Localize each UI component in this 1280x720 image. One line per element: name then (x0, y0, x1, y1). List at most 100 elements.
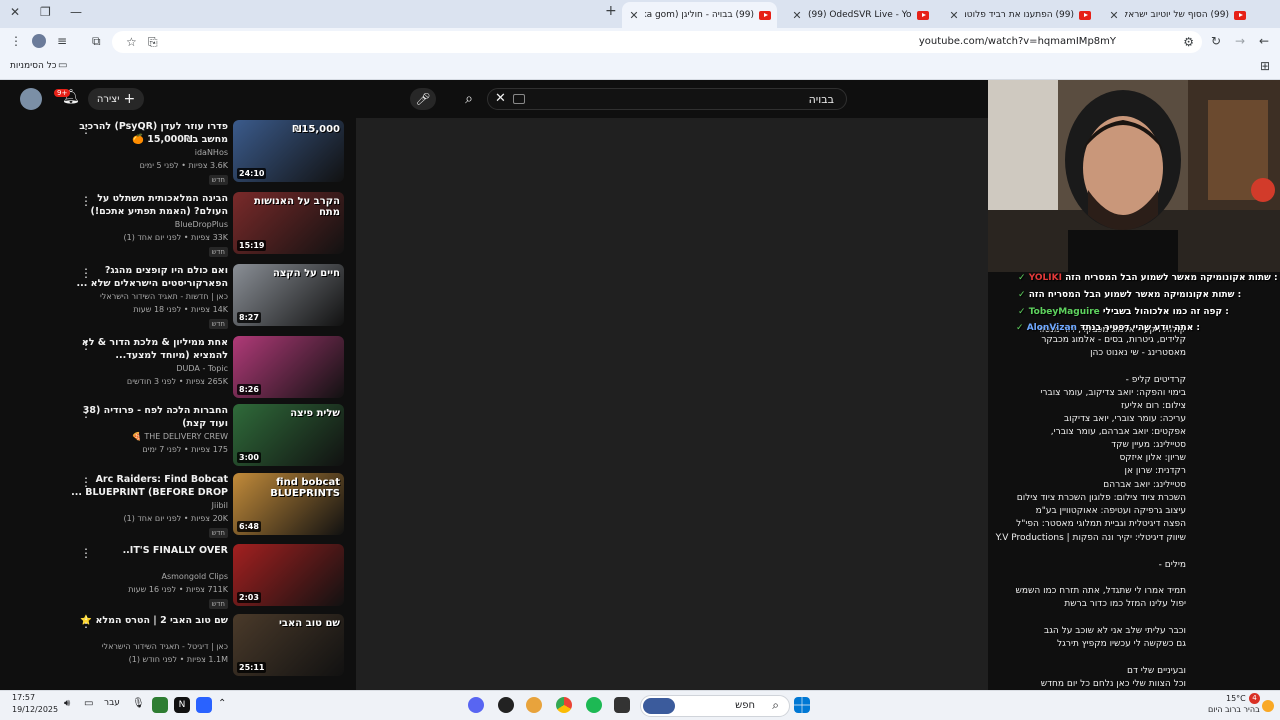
apps-grid-icon[interactable]: ⊞ (1260, 59, 1270, 73)
spotify-icon[interactable] (586, 697, 602, 713)
more-options-icon[interactable]: ⋮ (80, 616, 92, 630)
clock-time[interactable]: 17:57 (12, 693, 35, 702)
video-title[interactable]: Arc Raiders: Find Bobcat BLUEPRINT (BEFO… (68, 473, 228, 499)
channel-name[interactable]: THE DELIVERY CREW 🍕 (48, 432, 228, 441)
video-thumbnail[interactable]: שם טוב האבי 25:11 (233, 614, 344, 676)
search-input[interactable]: ✕ בבויה (487, 88, 847, 110)
tray-app-icon[interactable] (196, 697, 212, 713)
more-options-icon[interactable]: ⋮ (80, 266, 92, 280)
tray-app-icon[interactable] (152, 697, 168, 713)
address-bar[interactable]: ☆ ⎘ youtube.com/watch?v=hqmamIMp8mY ⚙ (112, 31, 1202, 53)
more-options-icon[interactable]: ⋮ (80, 546, 92, 560)
tab-title: (99) OdedSVR Live - YouTube (808, 10, 912, 20)
thumbnail-text: find bobcat BLUEPRINTS (270, 477, 340, 499)
all-bookmarks-label[interactable]: כל הסימניות (10, 61, 57, 71)
channel-name[interactable]: כאן | דיגיטל - תאגיד השידור הישראלי (48, 642, 228, 651)
video-title[interactable]: הבינה המלאכותית תשתלט על העולם? (האמת תפ… (68, 192, 229, 218)
channel-name[interactable]: DUDA - Topic (48, 364, 228, 373)
tab-odedsvr[interactable]: ✕ (99) OdedSVR Live - YouTube (785, 4, 935, 26)
video-thumbnail[interactable]: חיים על הקצה 8:27 (233, 264, 344, 326)
language-indicator[interactable]: עבר (104, 698, 120, 708)
weather-temp[interactable]: 15°C (1226, 694, 1246, 703)
channel-name[interactable]: BlueDropPlus (48, 220, 228, 229)
media-control-icon[interactable]: ≡ (57, 34, 67, 48)
install-app-icon[interactable]: ⎘ (148, 35, 158, 50)
taskbar-search[interactable]: חפש ⌕ (640, 695, 790, 717)
video-thumbnail[interactable]: שלית פיצה 3:00 (233, 404, 344, 466)
back-icon[interactable]: ← (1259, 34, 1269, 48)
discord-icon[interactable] (468, 697, 484, 713)
recommendation-item[interactable]: 2:03 IT'S FINALLY OVER.. Asmongold Clips… (0, 544, 350, 612)
video-thumbnail[interactable]: הקרב על האנושות מתח 15:19 (233, 192, 344, 254)
close-window-icon[interactable]: ✕ (10, 5, 20, 19)
recommendation-item[interactable]: ₪15,000 24:10 פדרו עוזר לעדן (PsyQR) להר… (0, 120, 350, 188)
obs-icon[interactable] (498, 697, 514, 713)
tab-active[interactable]: ✕ (99) בבויה - חוליגן (tabeka gom) (622, 2, 777, 28)
new-tab-button[interactable]: + (605, 3, 617, 19)
video-title[interactable]: ואם כולם היו קופצים מהגג? הפארקוריסטים ה… (68, 264, 228, 290)
clear-search-icon[interactable]: ✕ (495, 91, 506, 106)
more-options-icon[interactable]: ⋮ (80, 194, 92, 208)
forward-icon[interactable]: → (1235, 34, 1245, 48)
channel-name[interactable]: Asmongold Clips (48, 572, 229, 581)
volume-icon[interactable]: 🔊︎ (64, 698, 70, 709)
recommendation-item[interactable]: find bobcat BLUEPRINTS 6:48 Arc Raiders:… (0, 473, 350, 541)
voice-search-icon[interactable]: 🎤︎ (410, 88, 436, 110)
channel-name[interactable]: כאן | חדשות - תאגיד השידור הישראלי (48, 292, 228, 301)
description-line: קרדיטים קליפ - (1125, 375, 1186, 385)
recommendation-item[interactable]: חיים על הקצה 8:27 ואם כולם היו קופצים מה… (0, 264, 350, 332)
video-meta: 14K צפיות • לפני 18 שעות (133, 305, 228, 314)
channel-name[interactable]: Jiibil (48, 501, 228, 510)
video-title[interactable]: החברות הלכה לפח - פרודיה (38 ועוד קצת) (68, 404, 228, 430)
recommendation-item[interactable]: הקרב על האנושות מתח 15:19 הבינה המלאכותי… (0, 192, 350, 260)
clock-date[interactable]: 19/12/2025 (12, 705, 58, 714)
chrome-icon[interactable] (556, 697, 572, 713)
recommendation-item[interactable]: שלית פיצה 3:00 החברות הלכה לפח - פרודיה … (0, 404, 350, 472)
more-options-icon[interactable]: ⋮ (80, 122, 92, 136)
video-title[interactable]: IT'S FINALLY OVER.. (68, 544, 228, 557)
maximize-window-icon[interactable]: ❐ (40, 5, 51, 19)
channel-name[interactable]: idaNHos (48, 148, 228, 157)
notion-icon[interactable]: N (174, 697, 190, 713)
close-tab-icon[interactable]: ✕ (1108, 9, 1120, 22)
video-duration: 8:27 (237, 312, 261, 323)
video-title[interactable]: פדרו עוזר לעדן (PsyQR) להרכיב מחשב ב15,0… (68, 120, 228, 146)
more-options-icon[interactable]: ⋮ (80, 475, 92, 489)
close-tab-icon[interactable]: ✕ (791, 9, 803, 22)
terminal-icon[interactable] (614, 697, 630, 713)
chevron-up-icon[interactable]: ⌃ (218, 698, 226, 709)
recommendation-item[interactable]: שם טוב האבי 25:11 שם טוב האבי 2 | הטרס ה… (0, 614, 350, 682)
video-thumbnail[interactable]: 8:26 (233, 336, 344, 398)
video-thumbnail[interactable]: 2:03 (233, 544, 344, 606)
video-thumbnail[interactable]: ₪15,000 24:10 (233, 120, 344, 182)
video-player[interactable] (356, 118, 988, 690)
close-tab-icon[interactable]: ✕ (628, 9, 640, 22)
more-options-icon[interactable]: ⋮ (80, 338, 92, 352)
weather-desc[interactable]: בהיר ברוב היום (1208, 705, 1260, 714)
site-settings-icon[interactable]: ⚙ (1183, 35, 1194, 49)
video-thumbnail[interactable]: find bobcat BLUEPRINTS 6:48 (233, 473, 344, 535)
recommendation-item[interactable]: 8:26 אחת ממיליון & מלכת הדור & לא להמציא… (0, 336, 350, 404)
profile-avatar[interactable] (32, 34, 46, 48)
tab-youtube-israel[interactable]: ✕ (99) הסוף של יוטיוב ישראל? (נש (1102, 4, 1252, 26)
video-meta: 265K צפיות • לפני 3 חודשים (126, 377, 228, 386)
video-title[interactable]: אחת ממיליון & מלכת הדור & לא להמציא (מיו… (68, 336, 228, 362)
user-avatar[interactable] (20, 88, 42, 110)
more-options-icon[interactable]: ⋮ (80, 406, 92, 420)
close-tab-icon[interactable]: ✕ (948, 9, 960, 22)
app-icon[interactable] (526, 697, 542, 713)
tab-plotnik[interactable]: ✕ (99) הפתענו את רביד פלוטניק (942, 4, 1097, 26)
keyboard-icon[interactable] (513, 94, 525, 104)
network-icon[interactable]: ▭ (84, 698, 93, 709)
search-icon[interactable]: ⌕ (458, 88, 480, 110)
video-title[interactable]: שם טוב האבי 2 | הטרס המלא ⭐ (68, 614, 228, 627)
description-line: אפקטים: יואב אברהם, עומר צוברי, (1050, 427, 1186, 437)
bookmark-star-icon[interactable]: ☆ (126, 35, 137, 49)
windows-start-icon[interactable] (794, 697, 810, 713)
create-button[interactable]: + יצירה (88, 88, 144, 110)
reload-icon[interactable]: ↻ (1211, 34, 1221, 48)
minimize-window-icon[interactable]: — (70, 5, 82, 19)
microphone-icon[interactable]: 🎙︎ (132, 698, 145, 709)
menu-kebab-icon[interactable]: ⋮ (10, 34, 22, 48)
extensions-icon[interactable]: ⧉ (92, 34, 101, 49)
